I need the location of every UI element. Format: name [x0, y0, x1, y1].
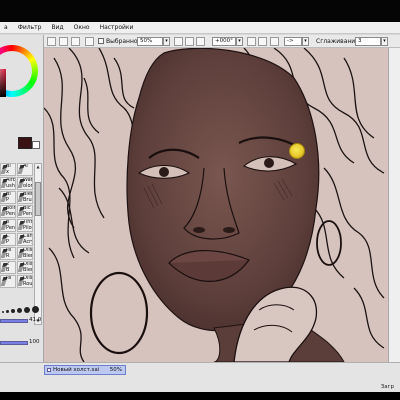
- brush-tool-label: Blend Brush: [23, 191, 32, 203]
- brush-tool-label: b Pen: [6, 219, 16, 231]
- brush-tool-label: point Pen: [6, 205, 16, 217]
- zoom-dropdown[interactable]: ▾: [163, 37, 170, 46]
- document-tab-zoom: 50%: [109, 367, 122, 373]
- brush-tool-12[interactable]: ils R: [0, 247, 16, 260]
- rotation-field[interactable]: +000°: [212, 37, 236, 46]
- stabilizer-label: Сглаживание: [316, 38, 359, 45]
- scroll-up-icon[interactable]: ▲: [35, 164, 41, 170]
- menu-bar: a Фильтр Вид Окно Настройки: [0, 22, 400, 34]
- stabilizer-field[interactable]: 3: [355, 37, 381, 46]
- drawing-canvas[interactable]: [44, 48, 388, 362]
- secondary-color-swatch[interactable]: [32, 141, 40, 149]
- zoom-in-button[interactable]: [185, 37, 194, 46]
- brush-tool-label: Ai: [23, 163, 28, 169]
- brush-tool-label: Bi x: [6, 163, 11, 175]
- brush-tool-label: C P: [6, 233, 10, 245]
- brush-tool-3[interactable]: Waterc olor: [17, 177, 33, 190]
- selected-only-label: Выбранное: [106, 38, 142, 45]
- brush-tool-label: Waterc olor: [23, 177, 33, 189]
- menu-item-filter[interactable]: Фильтр: [14, 24, 48, 31]
- brush-size-track[interactable]: [0, 319, 28, 323]
- stabilizer-mode-field[interactable]: ->: [284, 37, 302, 46]
- size-preset[interactable]: [17, 308, 22, 313]
- size-preset[interactable]: [6, 310, 9, 313]
- toolbar: Выбранное 50% ▾ +000° ▾ -> ▾ Сглаживание…: [44, 35, 400, 48]
- brush-tool-label: Oils Rough: [23, 275, 33, 287]
- menu-item-view[interactable]: Вид: [47, 24, 69, 31]
- pen-cursor-icon: [289, 143, 305, 159]
- rotate-left-button[interactable]: [247, 37, 256, 46]
- brush-tool-4[interactable]: Bl P: [0, 191, 16, 204]
- screen-letterbox-top: [0, 0, 400, 22]
- brush-tool-label: Airbr ush: [6, 177, 16, 189]
- status-text: Загр: [380, 384, 394, 390]
- document-tab-name: Новый холст.sai: [53, 367, 100, 373]
- brush-tool-1[interactable]: Ai: [17, 163, 33, 176]
- tool-scrollbar[interactable]: ▲ ▼: [34, 163, 42, 325]
- brush-size-value: 41.0: [29, 317, 42, 323]
- brush-tool-5[interactable]: Blend Brush: [17, 191, 33, 204]
- size-preset[interactable]: [11, 309, 15, 313]
- rotate-right-button[interactable]: [258, 37, 267, 46]
- saturation-value-square[interactable]: [0, 69, 6, 97]
- selection-tool-button[interactable]: [85, 37, 94, 46]
- brush-tool-label: Tinta Pilot: [23, 219, 33, 231]
- document-icon: [47, 368, 51, 372]
- app-window: a Фильтр Вид Окно Настройки Выбранное 50…: [0, 0, 400, 400]
- brush-density-slider[interactable]: 100: [0, 339, 43, 347]
- brush-tool-11[interactable]: Canvas Acryl: [17, 233, 33, 246]
- flip-button[interactable]: [270, 37, 279, 46]
- menu-item-partial[interactable]: a: [0, 24, 14, 31]
- stabilizer-mode-dropdown[interactable]: ▾: [302, 37, 309, 46]
- brush-tool-label: Oils 2 Blend: [23, 261, 33, 273]
- show-selection-button[interactable]: [71, 37, 80, 46]
- artwork-portrait: [44, 48, 388, 362]
- selected-only-checkbox[interactable]: [98, 38, 104, 44]
- screen-letterbox-bottom: [0, 392, 400, 400]
- brush-size-slider[interactable]: 41.0: [0, 317, 43, 325]
- document-tab[interactable]: Новый холст.sai 50%: [44, 365, 126, 375]
- brush-tool-9[interactable]: Tinta Pilot: [17, 219, 33, 232]
- brush-tool-label: Bic Pen: [23, 205, 33, 217]
- brush-tool-label: ils: [6, 275, 12, 281]
- brush-tool-2[interactable]: Airbr ush: [0, 177, 16, 190]
- brush-tool-0[interactable]: Bi x: [0, 163, 16, 176]
- brush-density-value: 100: [29, 339, 40, 345]
- stabilizer-dropdown[interactable]: ▾: [381, 37, 388, 46]
- brush-tool-8[interactable]: b Pen: [0, 219, 16, 232]
- brush-tool-label: Oils 1 Blend: [23, 247, 33, 259]
- brush-tool-label: ils R: [6, 247, 12, 259]
- deselect-button[interactable]: [47, 37, 56, 46]
- primary-color-swatch[interactable]: [18, 137, 32, 149]
- brush-tool-label: 2 B: [6, 261, 10, 273]
- brush-tool-6[interactable]: point Pen: [0, 205, 16, 218]
- brush-tool-17[interactable]: Oils Rough: [17, 275, 33, 288]
- zoom-reset-button[interactable]: [196, 37, 205, 46]
- brush-tool-15[interactable]: Oils 2 Blend: [17, 261, 33, 274]
- canvas-vertical-scrollbar[interactable]: [388, 48, 400, 362]
- tool-panel: Bi x Ai Airbr ush Waterc olor Bl P Blend Brus…: [0, 35, 44, 362]
- brush-tool-14[interactable]: 2 B: [0, 261, 16, 274]
- invert-selection-button[interactable]: [59, 37, 68, 46]
- brush-tool-10[interactable]: C P: [0, 233, 16, 246]
- brush-tool-13[interactable]: Oils 1 Blend: [17, 247, 33, 260]
- size-preset[interactable]: [2, 311, 4, 313]
- brush-size-presets: [0, 303, 43, 313]
- zoom-field[interactable]: 50%: [137, 37, 163, 46]
- zoom-out-button[interactable]: [174, 37, 183, 46]
- brush-tool-label: Bl P: [6, 191, 11, 203]
- size-preset[interactable]: [24, 307, 30, 313]
- color-wheel-icon[interactable]: [0, 45, 38, 97]
- brush-tool-7[interactable]: Bic Pen: [17, 205, 33, 218]
- tool-scroll-thumb[interactable]: [35, 182, 41, 216]
- menu-item-window[interactable]: Окно: [70, 24, 96, 31]
- rotation-dropdown[interactable]: ▾: [236, 37, 243, 46]
- menu-item-settings[interactable]: Настройки: [96, 24, 140, 31]
- brush-tool-label: Canvas Acryl: [23, 233, 33, 245]
- size-preset[interactable]: [32, 306, 39, 313]
- brush-density-track[interactable]: [0, 341, 28, 345]
- brush-tool-16[interactable]: ils: [0, 275, 16, 288]
